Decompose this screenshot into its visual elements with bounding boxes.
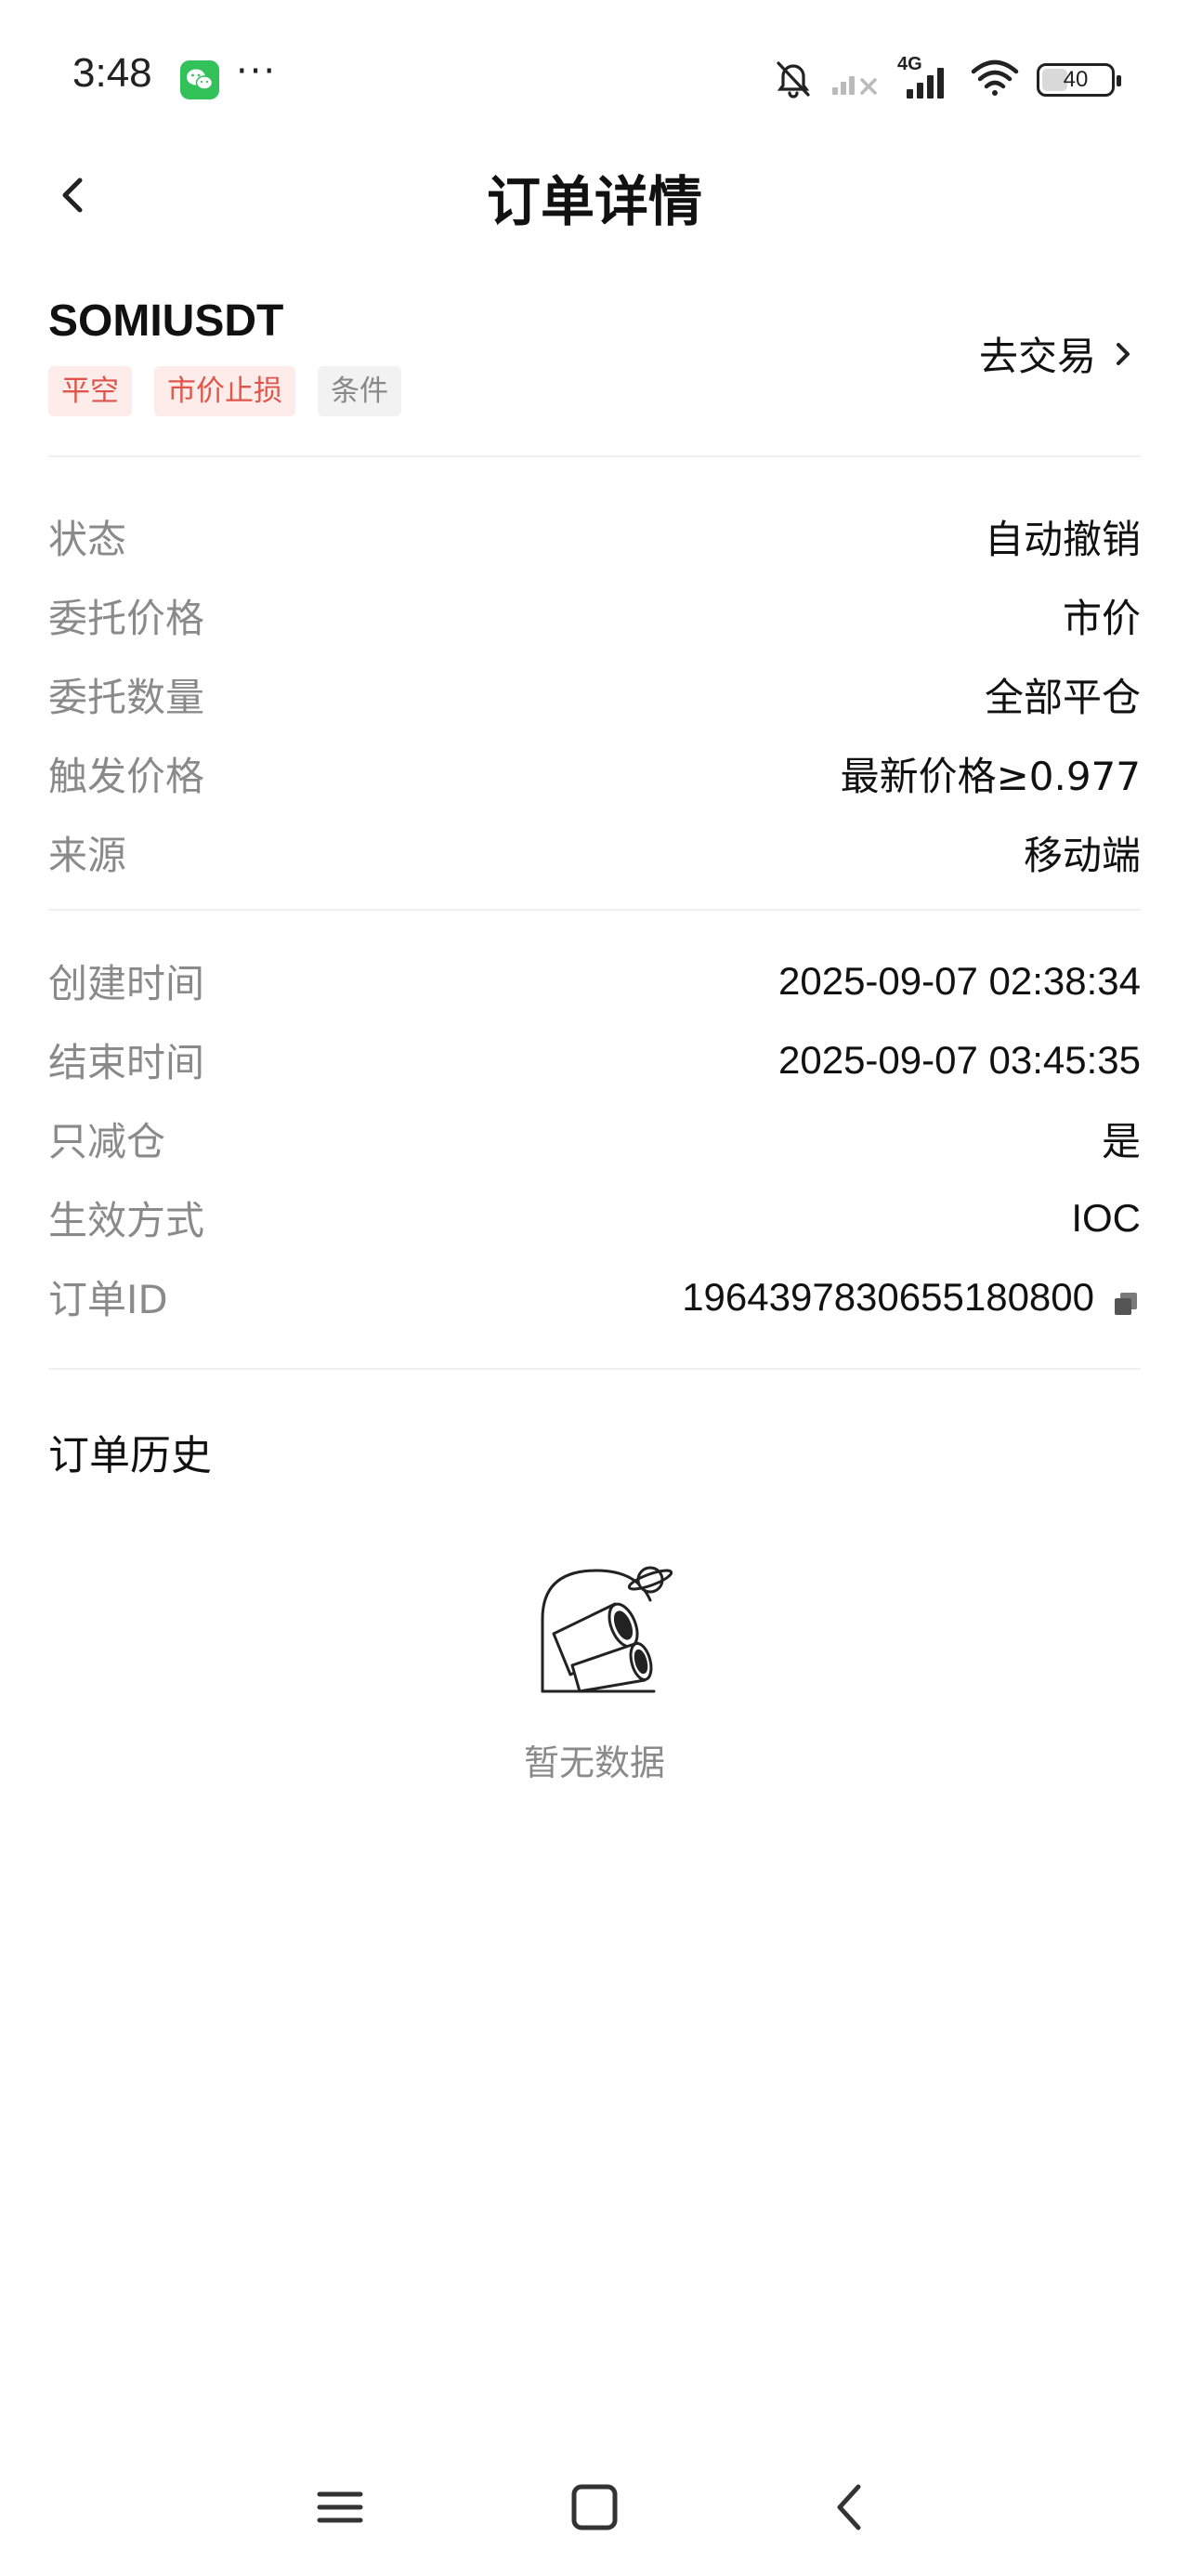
- order-history-title: 订单历史: [48, 1432, 212, 1479]
- tag-conditional: 条件: [318, 366, 401, 416]
- page-title: 订单详情: [486, 170, 702, 233]
- tag-market-stop-loss: 市价止损: [154, 366, 295, 416]
- home-square-icon[interactable]: [567, 2479, 622, 2535]
- detail-label: 来源: [48, 833, 127, 878]
- more-dots-icon: ···: [236, 50, 278, 93]
- detail-row-end-time: 结束时间 2025-09-07 03:45:35: [48, 1020, 1141, 1099]
- detail-label: 委托价格: [48, 596, 205, 641]
- detail-label: 结束时间: [48, 1040, 205, 1085]
- detail-row-trigger-price: 触发价格 最新价格≥0.977: [48, 734, 1141, 813]
- detail-row-created-time: 创建时间 2025-09-07 02:38:34: [48, 941, 1141, 1020]
- detail-label: 状态: [48, 517, 127, 562]
- bell-muted-icon: [773, 58, 814, 102]
- go-trade-label: 去交易: [978, 334, 1096, 379]
- detail-value: 2025-09-07 02:38:34: [778, 958, 1141, 1003]
- wechat-icon: [180, 60, 219, 99]
- menu-icon[interactable]: [312, 2479, 368, 2535]
- go-trade-button[interactable]: 去交易: [979, 325, 1135, 382]
- binoculars-icon: [535, 1561, 676, 1701]
- detail-value: 最新价格≥0.977: [840, 754, 1141, 799]
- tag-close-short: 平空: [48, 366, 132, 416]
- battery-level: 40: [1063, 67, 1089, 92]
- detail-row-order-quantity: 委托数量 全部平仓: [48, 655, 1141, 734]
- copy-icon[interactable]: [1111, 1282, 1141, 1315]
- detail-label: 生效方式: [48, 1198, 205, 1243]
- divider: [48, 455, 1141, 457]
- system-nav-bar: [0, 2453, 1189, 2556]
- status-time: 3:48: [72, 50, 152, 96]
- order-time-section: 创建时间 2025-09-07 02:38:34 结束时间 2025-09-07…: [48, 941, 1141, 1336]
- detail-label: 订单ID: [48, 1277, 168, 1322]
- order-id-value-group: 1964397830655180800: [682, 1275, 1141, 1320]
- order-tags: 平空 市价止损 条件: [48, 366, 401, 416]
- detail-row-status: 状态 自动撤销: [48, 497, 1141, 576]
- detail-label: 创建时间: [48, 961, 205, 1006]
- detail-label: 触发价格: [48, 754, 205, 799]
- detail-value: 市价: [1062, 596, 1141, 641]
- detail-row-order-id: 订单ID 1964397830655180800: [48, 1257, 1141, 1336]
- detail-row-reduce-only: 只减仓 是: [48, 1099, 1141, 1178]
- detail-value: 2025-09-07 03:45:35: [778, 1037, 1141, 1082]
- order-id-value: 1964397830655180800: [682, 1274, 1094, 1319]
- chevron-right-icon: [1117, 342, 1130, 365]
- back-triangle-icon[interactable]: [823, 2479, 879, 2535]
- trading-pair-symbol: SOMIUSDT: [48, 296, 284, 346]
- battery-icon: 40: [1037, 63, 1121, 97]
- signal-4g-icon: 4G: [897, 54, 953, 100]
- system-icons: 4G 40: [773, 54, 1121, 106]
- signal-icon: [830, 59, 881, 100]
- wifi-icon: [970, 59, 1020, 101]
- detail-value: 移动端: [1023, 833, 1141, 878]
- detail-value: 是: [1101, 1119, 1141, 1164]
- page-header: 订单详情: [0, 139, 1189, 242]
- detail-value: 全部平仓: [984, 675, 1141, 720]
- detail-value: 自动撤销: [984, 517, 1141, 562]
- detail-label: 只减仓: [48, 1119, 166, 1164]
- status-bar: 3:48 ··· 4G 40: [0, 0, 1189, 158]
- order-details-section: 状态 自动撤销 委托价格 市价 委托数量 全部平仓 触发价格 最新价格≥0.97…: [48, 497, 1141, 892]
- empty-state-text: 暂无数据: [523, 1742, 665, 1783]
- detail-label: 委托数量: [48, 675, 205, 720]
- detail-value: IOC: [1071, 1195, 1141, 1240]
- divider: [48, 1368, 1141, 1370]
- detail-row-time-in-force: 生效方式 IOC: [48, 1178, 1141, 1257]
- divider: [48, 909, 1141, 911]
- detail-row-order-price: 委托价格 市价: [48, 576, 1141, 655]
- detail-row-source: 来源 移动端: [48, 813, 1141, 892]
